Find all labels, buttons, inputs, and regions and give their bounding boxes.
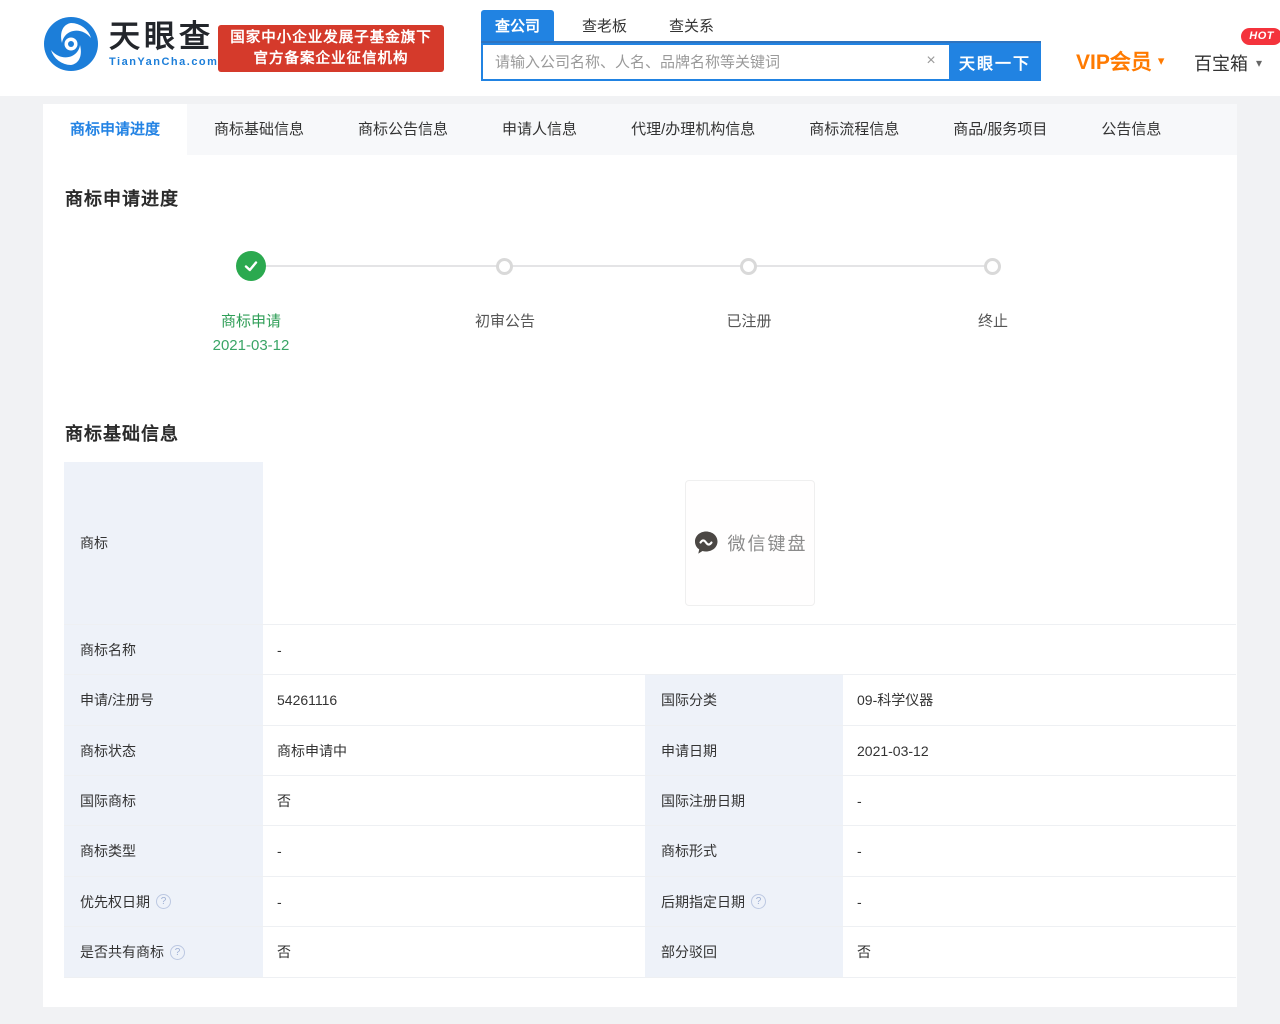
- step-label-application: 商标申请: [171, 310, 331, 331]
- row-label-registration-number: 申请/注册号: [64, 675, 263, 726]
- content-card: 商标申请进度 商标申请 2021-03-12 初审公告 已注册 终止 商标基础信…: [43, 155, 1237, 1007]
- help-icon[interactable]: ?: [751, 894, 766, 909]
- row-value-trademark-status: 商标申请中: [263, 726, 645, 776]
- clear-icon[interactable]: ×: [921, 52, 941, 70]
- row-value-trademark: 微信键盘: [263, 462, 1236, 625]
- logo-text: 天眼查 TianYanCha.com: [109, 20, 218, 68]
- row-value-subsequent-designation-date: -: [843, 877, 1236, 927]
- shared-trademark-label-text: 是否共有商标: [80, 942, 164, 962]
- row-label-partial-rejection: 部分驳回: [645, 927, 843, 978]
- banner-line-2: 官方备案企业征信机构: [254, 49, 409, 70]
- step-label-registered: 已注册: [669, 310, 829, 331]
- row-value-trademark-form: -: [843, 826, 1236, 877]
- tab-applicant-info[interactable]: 申请人信息: [475, 104, 604, 155]
- vip-menu[interactable]: VIP会员 ▾: [1076, 46, 1164, 76]
- row-value-trademark-name: -: [263, 625, 1236, 675]
- row-label-subsequent-designation-date: 后期指定日期 ?: [645, 877, 843, 927]
- caret-down-icon: ▾: [1256, 56, 1262, 70]
- toolbox-menu[interactable]: 百宝箱 ▾: [1194, 50, 1262, 76]
- basic-info-section-title: 商标基础信息: [65, 420, 179, 446]
- row-label-trademark-form: 商标形式: [645, 826, 843, 877]
- logo-domain: TianYanCha.com: [109, 56, 218, 68]
- search-input[interactable]: [481, 43, 949, 81]
- trademark-basic-info-table: 商标 微信键盘 商标名称 - 申请/注册号 54261116 国: [64, 462, 1236, 978]
- step-pending-dot: [740, 258, 757, 275]
- tab-notice-info[interactable]: 公告信息: [1074, 104, 1188, 155]
- row-label-priority-date: 优先权日期 ?: [64, 877, 263, 927]
- row-label-international-trademark: 国际商标: [64, 776, 263, 826]
- row-label-trademark-type: 商标类型: [64, 826, 263, 877]
- search-row: × 天眼一下: [481, 43, 1041, 81]
- search-tabs: 查公司 查老板 查关系: [481, 14, 1041, 43]
- step-label-terminated: 终止: [913, 310, 1073, 331]
- caret-down-icon: ▾: [1158, 53, 1165, 69]
- stepper-connector-line: [251, 265, 993, 267]
- tab-agency-info[interactable]: 代理/办理机构信息: [604, 104, 782, 155]
- tianyancha-logo[interactable]: 天眼查 TianYanCha.com: [43, 16, 218, 72]
- step-label-preliminary-announcement: 初审公告: [425, 310, 585, 331]
- row-value-international-trademark: 否: [263, 776, 645, 826]
- search-button[interactable]: 天眼一下: [949, 43, 1041, 81]
- row-value-registration-number: 54261116: [263, 675, 645, 726]
- priority-date-label-text: 优先权日期: [80, 892, 150, 912]
- row-value-international-class: 09-科学仪器: [843, 675, 1236, 726]
- banner-line-1: 国家中小企业发展子基金旗下: [230, 28, 432, 49]
- progress-section-title: 商标申请进度: [65, 185, 179, 211]
- help-icon[interactable]: ?: [156, 894, 171, 909]
- search-tab-company[interactable]: 查公司: [481, 10, 554, 41]
- row-label-trademark: 商标: [64, 462, 263, 625]
- toolbox-label: 百宝箱: [1194, 50, 1248, 76]
- row-value-application-date: 2021-03-12: [843, 726, 1236, 776]
- tab-trademark-process[interactable]: 商标流程信息: [782, 104, 926, 155]
- search-area: 查公司 查老板 查关系 × 天眼一下: [481, 14, 1041, 81]
- trademark-image-content: 微信键盘: [692, 529, 808, 557]
- hot-badge: HOT: [1241, 28, 1280, 45]
- step-application-date: 2021-03-12: [171, 337, 331, 354]
- row-label-trademark-name: 商标名称: [64, 625, 263, 675]
- tab-trademark-announcement[interactable]: 商标公告信息: [331, 104, 475, 155]
- logo-brand: 天眼查: [109, 20, 218, 54]
- row-value-trademark-type: -: [263, 826, 645, 877]
- header: 天眼查 TianYanCha.com 国家中小企业发展子基金旗下 官方备案企业征…: [0, 0, 1280, 96]
- detail-nav-tabs: 商标申请进度 商标基础信息 商标公告信息 申请人信息 代理/办理机构信息 商标流…: [43, 104, 1237, 155]
- page: 天眼查 TianYanCha.com 国家中小企业发展子基金旗下 官方备案企业征…: [0, 0, 1280, 1024]
- row-value-partial-rejection: 否: [843, 927, 1236, 978]
- search-tab-relation[interactable]: 查关系: [655, 10, 728, 41]
- row-label-international-class: 国际分类: [645, 675, 843, 726]
- search-tab-boss[interactable]: 查老板: [568, 10, 641, 41]
- vip-label: VIP会员: [1076, 46, 1152, 76]
- row-value-shared-trademark: 否: [263, 927, 645, 978]
- trademark-image-text: 微信键盘: [728, 530, 808, 556]
- trademark-bubble-icon: [692, 529, 720, 557]
- row-value-priority-date: -: [263, 877, 645, 927]
- tianyancha-logo-icon: [43, 16, 99, 72]
- trademark-image[interactable]: 微信键盘: [685, 480, 815, 606]
- help-icon[interactable]: ?: [170, 945, 185, 960]
- row-label-international-registration-date: 国际注册日期: [645, 776, 843, 826]
- subsequent-designation-label-text: 后期指定日期: [661, 892, 745, 912]
- step-pending-dot: [496, 258, 513, 275]
- row-label-shared-trademark: 是否共有商标 ?: [64, 927, 263, 978]
- tab-trademark-progress[interactable]: 商标申请进度: [43, 104, 187, 155]
- step-pending-dot: [984, 258, 1001, 275]
- row-label-application-date: 申请日期: [645, 726, 843, 776]
- step-done-check-icon: [236, 251, 266, 281]
- official-banner: 国家中小企业发展子基金旗下 官方备案企业征信机构: [218, 25, 444, 72]
- tab-goods-services[interactable]: 商品/服务项目: [926, 104, 1074, 155]
- row-value-international-registration-date: -: [843, 776, 1236, 826]
- row-label-trademark-status: 商标状态: [64, 726, 263, 776]
- tab-trademark-basic-info[interactable]: 商标基础信息: [187, 104, 331, 155]
